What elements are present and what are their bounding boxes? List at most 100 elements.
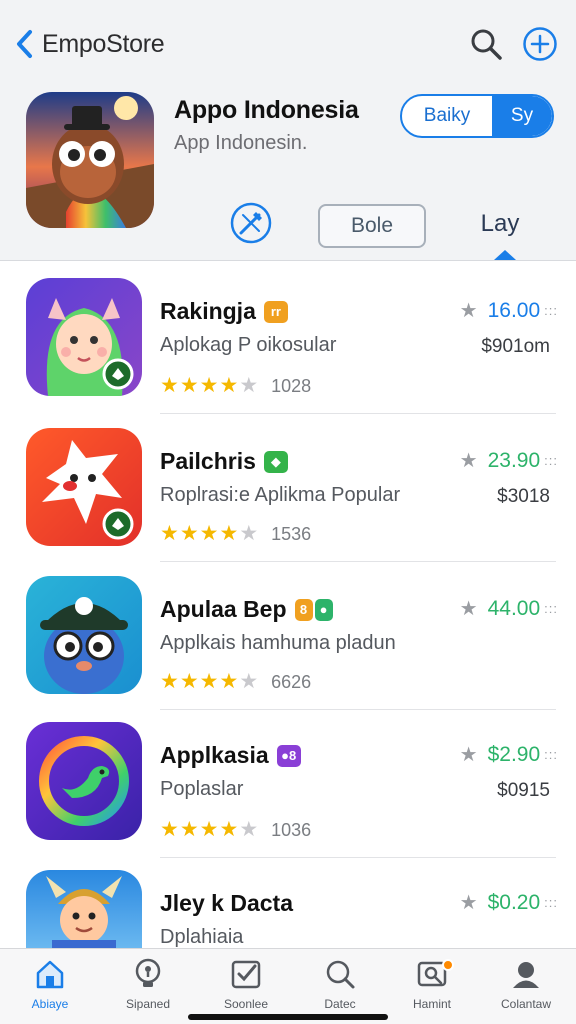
app-description: Roplrasi:e Aplikma Popular [160,484,401,506]
store-name: EmpoStore [42,29,165,58]
price-button[interactable]: ★ $0.20 ::: [448,890,558,915]
home-indicator [188,1014,388,1020]
list-item[interactable]: Pailchris ◆ Roplrasi:e Aplikma Popular ★… [0,422,576,569]
tab-home[interactable]: Abiaye [10,957,90,1017]
star-icon: ★ [160,522,179,545]
star-icon: ★ [239,818,259,841]
sub-price: $901om [481,336,550,357]
list-item[interactable]: Rakingja rr Aplokag P oikosular ★ ★ ★ ★ ★ 10… [0,274,576,421]
lightbulb-icon [135,958,161,987]
app-name: Rakingja rr [160,298,288,325]
chevron-left-icon [17,30,32,58]
rainbow-bird-app-icon [26,722,142,840]
price-button[interactable]: ★ 44.00 ::: [448,596,558,621]
price-text: 16.00 [487,298,541,322]
app-name: Pailchris ◆ [160,448,288,475]
star-icon: ★ [219,522,239,545]
segmented-control: Baiky Sy [400,94,554,138]
tab-datec[interactable]: Datec [300,957,380,1017]
segment-option-a[interactable]: Baiky [402,96,492,136]
tab-bar: Abiaye Sipaned Soonlee Datec Hamint Cola… [0,948,576,1024]
review-count: 1536 [271,523,312,544]
back-button[interactable]: EmpoStore [14,26,165,62]
app-badge: ●8 [276,744,301,767]
more-icon[interactable]: ::: [544,453,558,468]
tab-label: Abiaye [31,997,69,1011]
price-text: $0.20 [487,890,541,914]
divider [160,561,556,562]
tab-colantaw[interactable]: Colantaw [486,957,566,1017]
price-button[interactable]: ★ $2.90 ::: [448,742,558,767]
tab-label: Colantaw [500,997,552,1011]
bole-button[interactable]: Bole [318,204,426,248]
list-item[interactable]: Applkasia ●8 Poplaslar ★ ★ ★ ★ ★ 1036 ★ $2.9… [0,718,576,865]
header: EmpoStore Appo Indonesia App Indonesin. … [0,0,576,260]
more-icon[interactable]: ::: [544,601,558,616]
review-count: 1028 [271,375,312,396]
featured-app-title: Appo Indonesia [174,96,359,124]
star-icon: ★ [179,522,199,545]
home-icon [36,960,64,989]
review-count: 1036 [271,819,312,840]
price-text: $2.90 [487,742,541,766]
star-icon: ★ [160,670,179,693]
star-icon: ★ [199,522,219,545]
star-icon: ★ [219,374,239,397]
sub-price: $3018 [497,486,550,507]
app-badge-secondary: ● [314,598,333,621]
search-icon [326,960,355,989]
rating-stars: ★ ★ ★ ★ ★ 1028 [160,375,311,397]
app-description: Applkais hamhuma pladun [160,632,396,654]
star-icon: ★ [199,670,219,693]
tab-label: Sipaned [125,997,171,1011]
app-name: Jley k Dacta [160,890,293,917]
star-icon: ★ [459,300,478,322]
more-icon[interactable]: ::: [544,747,558,762]
tools-icon[interactable] [228,200,274,246]
price-button[interactable]: ★ 23.90 ::: [448,448,558,473]
list-item[interactable]: Apulaa Bep 8 ● Applkais hamhuma pladun ★… [0,570,576,717]
segment-option-b[interactable]: Sy [492,96,552,136]
app-name: Apulaa Bep 8 ● [160,596,333,623]
price-button[interactable]: ★ 16.00 ::: [448,298,558,323]
app-badge: ◆ [263,450,288,473]
review-count: 6626 [271,671,312,692]
star-icon: ★ [179,670,199,693]
divider [160,413,556,414]
star-icon: ★ [459,598,478,620]
tab-sipaned[interactable]: Sipaned [108,957,188,1017]
star-icon: ★ [199,818,219,841]
app-description: Dplahiaia [160,926,244,948]
featured-app-icon[interactable] [26,92,154,228]
search-icon[interactable] [468,26,504,62]
nav-bar: EmpoStore [0,22,576,66]
app-name-text: Apulaa Bep [160,596,287,622]
tab-soonlee[interactable]: Soonlee [206,957,286,1017]
more-icon[interactable]: ::: [544,895,558,910]
app-name-text: Rakingja [160,298,256,324]
star-icon: ★ [239,374,259,397]
unicorn-girl-app-icon [26,278,142,396]
star-icon: ★ [199,374,219,397]
app-name-text: Jley k Dacta [160,890,293,916]
add-icon[interactable] [522,26,558,62]
tab-label: Hamint [412,997,451,1011]
more-icon[interactable]: ::: [544,303,558,318]
white-ghost-app-icon [26,428,142,546]
star-icon: ★ [160,818,179,841]
price-text: 23.90 [487,448,541,472]
person-icon [513,962,539,988]
viking-character-app-icon [26,870,142,948]
tab-hamint[interactable]: Hamint [392,957,472,1017]
rating-stars: ★ ★ ★ ★ ★ 6626 [160,671,311,693]
divider [160,857,556,858]
star-icon: ★ [239,670,259,693]
divider [160,709,556,710]
tab-lay[interactable]: Lay [470,210,530,238]
notification-badge [442,959,454,971]
app-name-text: Applkasia [160,742,269,768]
star-icon: ★ [179,374,199,397]
tab-label: Soonlee [223,997,269,1011]
rating-stars: ★ ★ ★ ★ ★ 1536 [160,523,311,545]
star-icon: ★ [459,892,478,914]
